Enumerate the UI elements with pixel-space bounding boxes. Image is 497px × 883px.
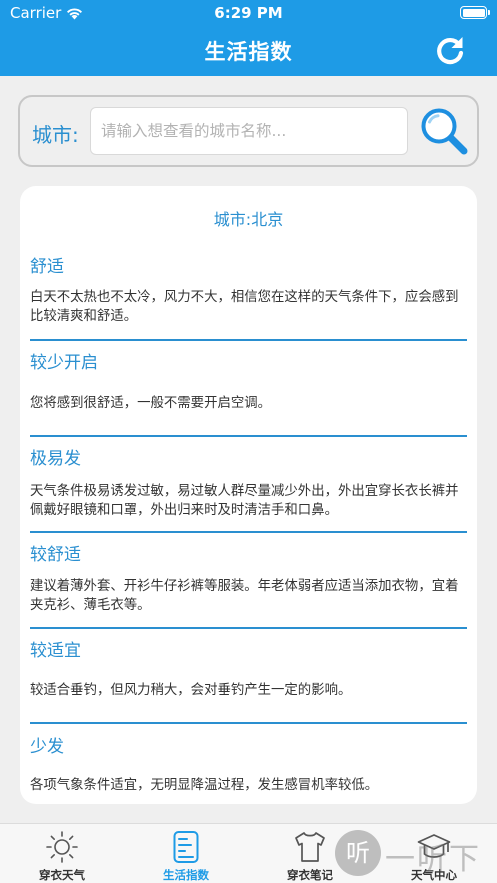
section-desc: 白天不太热也不太冷，风力不大，相信您在这样的天气条件下，应会感到比较清爽和舒适。 — [30, 290, 459, 324]
section-title: 较舒适 — [30, 545, 81, 565]
index-section-comfort: 舒适 白天不太热也不太冷，风力不大，相信您在这样的天气条件下，应会感到比较清爽和… — [30, 252, 467, 341]
section-divider — [30, 435, 467, 437]
tshirt-icon — [295, 832, 325, 862]
section-divider — [30, 722, 467, 724]
section-divider — [30, 531, 467, 533]
sun-icon — [46, 831, 78, 863]
watermark-logo: 听 — [335, 830, 381, 876]
tab-label: 生活指数 — [163, 868, 209, 882]
section-desc: 天气条件极易诱发过敏，易过敏人群尽量减少外出，外出宜穿长衣长裤并佩戴好眼镜和口罩… — [30, 484, 459, 518]
card-city-label: 城市:北京 — [213, 210, 284, 229]
section-title: 较适宜 — [30, 641, 81, 661]
life-index-card: 城市:北京 舒适 白天不太热也不太冷，风力不大，相信您在这样的天气条件下，应会感… — [20, 186, 477, 804]
section-desc: 您将感到很舒适，一般不需要开启空调。 — [30, 396, 272, 411]
watermark-text: 一听下载 — [385, 842, 481, 877]
index-section-clothing: 较舒适 建议着薄外套、开衫牛仔衫裤等服装。年老体弱者应适当添加衣物，宜着夹克衫、… — [30, 540, 467, 629]
city-search-input[interactable] — [90, 107, 408, 155]
search-label: 城市: — [32, 123, 79, 147]
tab-label: 穿衣天气 — [39, 868, 85, 882]
section-divider — [30, 339, 467, 341]
refresh-icon[interactable] — [433, 34, 467, 68]
index-section-fishing: 较适宜 较适合垂钓，但风力稍大，会对垂钓产生一定的影响。 — [30, 636, 467, 724]
section-desc: 较适合垂钓，但风力稍大，会对垂钓产生一定的影响。 — [30, 683, 352, 698]
status-bar: Carrier 6:29 PM — [0, 0, 497, 26]
app-header: Carrier 6:29 PM 生活指数 — [0, 0, 497, 76]
index-section-allergy: 极易发 天气条件极易诱发过敏，易过敏人群尽量减少外出，外出宜穿长衣长裤并佩戴好眼… — [30, 444, 467, 533]
section-title: 舒适 — [30, 257, 64, 277]
search-box: 城市: — [18, 95, 479, 167]
section-title: 极易发 — [30, 449, 81, 469]
section-title: 少发 — [30, 737, 64, 757]
section-desc: 各项气象条件适宜，无明显降温过程，发生感冒机率较低。 — [30, 778, 379, 793]
section-desc: 建议着薄外套、开衫牛仔衫裤等服装。年老体弱者应适当添加衣物，宜着夹克衫、薄毛衣等… — [30, 579, 459, 613]
watermark: 听 一听下载 — [335, 826, 497, 883]
page-title: 生活指数 — [204, 40, 293, 64]
index-section-cold: 少发 各项气象条件适宜，无明显降温过程，发生感冒机率较低。 — [30, 732, 467, 793]
document-icon — [173, 831, 199, 863]
battery-icon — [460, 6, 490, 19]
tab-clothing-weather[interactable]: 穿衣天气 — [0, 824, 124, 883]
search-icon[interactable] — [418, 105, 470, 157]
section-title: 较少开启 — [30, 353, 98, 373]
tab-life-index[interactable]: 生活指数 — [124, 824, 248, 883]
section-divider — [30, 627, 467, 629]
index-section-aircon: 较少开启 您将感到很舒适，一般不需要开启空调。 — [30, 348, 467, 437]
status-time: 6:29 PM — [214, 4, 283, 22]
